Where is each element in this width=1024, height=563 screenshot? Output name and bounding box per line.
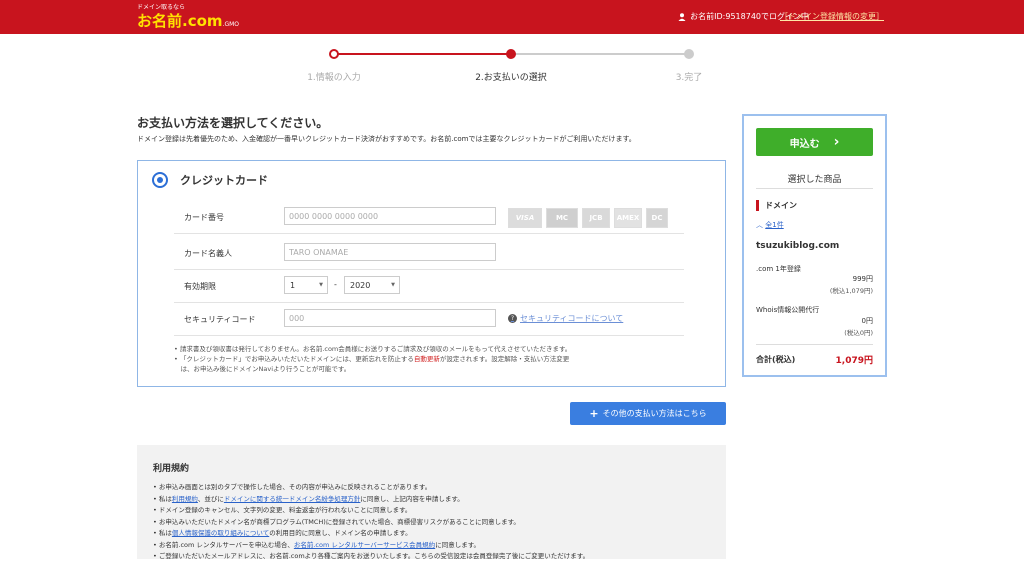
note-line: • 請求書及び領収書は発行しておりません。お名前.com会員様にお送りするご請求… bbox=[174, 345, 572, 353]
expiry-year-select[interactable]: 2020 ▼ bbox=[344, 276, 400, 294]
change-domain-info-link[interactable]: ［ドメイン登録情報の変更］ bbox=[780, 11, 884, 22]
credit-card-title: クレジットカード bbox=[180, 174, 268, 187]
logo[interactable]: ドメイン取るなら お名前.com.GMO bbox=[137, 4, 239, 33]
item-price: 999円 bbox=[852, 275, 873, 283]
header-bar: ドメイン取るなら お名前.com.GMO お名前ID:9518740でログイン中… bbox=[0, 0, 1024, 34]
step-2-dot bbox=[506, 49, 516, 59]
note-line: • 「クレジットカード」でお申込みいただいたドメインには、更新忘れを防止する自動… bbox=[174, 355, 570, 363]
terms-section: 利用規約 • お申込み画面とは別のタブで操作した場合、その内容が申込みに反映され… bbox=[137, 445, 726, 560]
security-code-input[interactable]: 000 bbox=[284, 309, 496, 327]
apply-button[interactable]: 申込む › bbox=[756, 128, 873, 156]
step-line-todo bbox=[511, 53, 689, 55]
page-title: お支払い方法を選択してください。 bbox=[137, 116, 329, 130]
step-2-label: 2.お支払いの選択 bbox=[475, 73, 547, 83]
other-payment-button[interactable]: + その他の支払い方法はこちら bbox=[570, 402, 726, 425]
credit-card-radio[interactable] bbox=[152, 172, 168, 188]
item-price-tax: (税込0円) bbox=[844, 329, 873, 337]
chevron-up-icon: ︿ bbox=[756, 221, 763, 229]
auto-renew-text: 自動更新 bbox=[413, 355, 440, 363]
credit-card-panel: クレジットカード カード番号 0000 0000 0000 0000 VISA … bbox=[137, 160, 726, 387]
note-line: は、お申込み後にドメインNaviより行うことが可能です。 bbox=[174, 365, 351, 373]
step-1-dot bbox=[329, 49, 339, 59]
step-line-done bbox=[334, 53, 511, 55]
server-terms-link[interactable]: お名前.com レンタルサーバーサービス会員規約 bbox=[294, 541, 435, 549]
step-3-dot bbox=[684, 49, 694, 59]
privacy-policy-link[interactable]: 個人情報保護の取り組みについて bbox=[172, 529, 269, 537]
total-label: 合計(税込) bbox=[756, 355, 796, 364]
item-price: 0円 bbox=[861, 317, 873, 325]
order-summary-panel: 申込む › 選択した商品 ドメイン ︿ 全1件 tsuzukiblog.com … bbox=[742, 114, 887, 377]
domain-name: tsuzukiblog.com bbox=[756, 241, 840, 251]
logo-brand: お名前.com.GMO bbox=[137, 12, 239, 30]
question-icon: ? bbox=[508, 314, 517, 323]
terms-item: • お申込みいただいたドメイン名が商標プログラム(TMCH)に登録されていた場合… bbox=[153, 517, 520, 526]
card-number-label: カード番号 bbox=[184, 213, 224, 222]
security-code-row: セキュリティコード 000 ? セキュリティコードについて bbox=[174, 303, 684, 336]
domain-heading: ドメイン bbox=[756, 200, 797, 211]
visa-logo: VISA bbox=[508, 208, 542, 228]
toggle-all-items-link[interactable]: ︿ 全1件 bbox=[756, 220, 784, 230]
security-code-label: セキュリティコード bbox=[184, 315, 256, 324]
diners-logo: DC bbox=[646, 208, 668, 228]
step-3-label: 3.完了 bbox=[675, 73, 703, 83]
page-description: ドメイン登録は先着優先のため、入金確認が一番早いクレジットカード決済がおすすめで… bbox=[137, 135, 636, 143]
terms-of-use-link[interactable]: 利用規約 bbox=[172, 495, 198, 503]
selected-products-title: 選択した商品 bbox=[787, 175, 842, 185]
terms-list: • お申込み画面とは別のタブで操作した場合、その内容が申込みに反映されることがあ… bbox=[153, 482, 589, 563]
logo-tagline: ドメイン取るなら bbox=[137, 4, 186, 11]
divider bbox=[756, 188, 873, 189]
item-label: Whois情報公開代行 bbox=[756, 306, 820, 314]
card-holder-label: カード名義人 bbox=[184, 249, 232, 258]
terms-item: • お申込み画面とは別のタブで操作した場合、その内容が申込みに反映されることがあ… bbox=[153, 483, 432, 491]
expiry-label: 有効期限 bbox=[184, 282, 216, 291]
card-holder-row: カード名義人 TARO ONAMAE bbox=[174, 237, 684, 270]
terms-item: • ドメイン登録のキャンセル、文字列の変更、料金返金が行われないことに同意します… bbox=[153, 506, 412, 514]
divider bbox=[756, 344, 873, 345]
total-value: 1,079円 bbox=[835, 356, 873, 366]
progress-steps: 1.情報の入力 2.お支払いの選択 3.完了 bbox=[300, 44, 720, 84]
terms-item: • 私は個人情報保護の取り組みについての利用目的に同意し、ドメイン名の申請します… bbox=[153, 529, 412, 537]
security-code-help-link[interactable]: ? セキュリティコードについて bbox=[508, 313, 623, 324]
chevron-right-icon: › bbox=[833, 134, 840, 150]
amex-logo: AMEX bbox=[614, 208, 642, 228]
terms-title: 利用規約 bbox=[153, 464, 190, 474]
plus-icon: + bbox=[589, 407, 599, 420]
payment-notes: • 請求書及び領収書は発行しておりません。お名前.com会員様にお送りするご請求… bbox=[174, 344, 714, 374]
expiry-separator: - bbox=[334, 280, 337, 289]
item-label: .com 1年登録 bbox=[756, 265, 801, 273]
card-holder-input[interactable]: TARO ONAMAE bbox=[284, 243, 496, 261]
mastercard-logo: MC bbox=[546, 208, 578, 228]
jcb-logo: JCB bbox=[582, 208, 610, 228]
chevron-down-icon: ▼ bbox=[319, 282, 323, 288]
udrp-link[interactable]: ドメインに関する統一ドメイン名紛争処理方針 bbox=[224, 495, 361, 503]
card-number-row: カード番号 0000 0000 0000 0000 VISA MC JCB AM… bbox=[174, 201, 684, 234]
terms-item: • お名前.com レンタルサーバーを申込む場合、お名前.com レンタルサーバ… bbox=[153, 540, 481, 549]
expiry-month-select[interactable]: 1 ▼ bbox=[284, 276, 328, 294]
step-1-label: 1.情報の入力 bbox=[307, 73, 361, 83]
terms-item: • 私は利用規約、並びにドメインに関する統一ドメイン名紛争処理方針に同意し、上記… bbox=[153, 494, 464, 503]
terms-item: • ご登録いただいたメールアドレスに、お名前.comより各種ご案内をお送りいたし… bbox=[153, 552, 590, 560]
item-price-tax: (税込1,079円) bbox=[829, 287, 873, 295]
user-icon bbox=[678, 12, 686, 21]
chevron-down-icon: ▼ bbox=[391, 282, 395, 288]
expiry-row: 有効期限 1 ▼ - 2020 ▼ bbox=[174, 270, 684, 303]
card-number-input[interactable]: 0000 0000 0000 0000 bbox=[284, 207, 496, 225]
